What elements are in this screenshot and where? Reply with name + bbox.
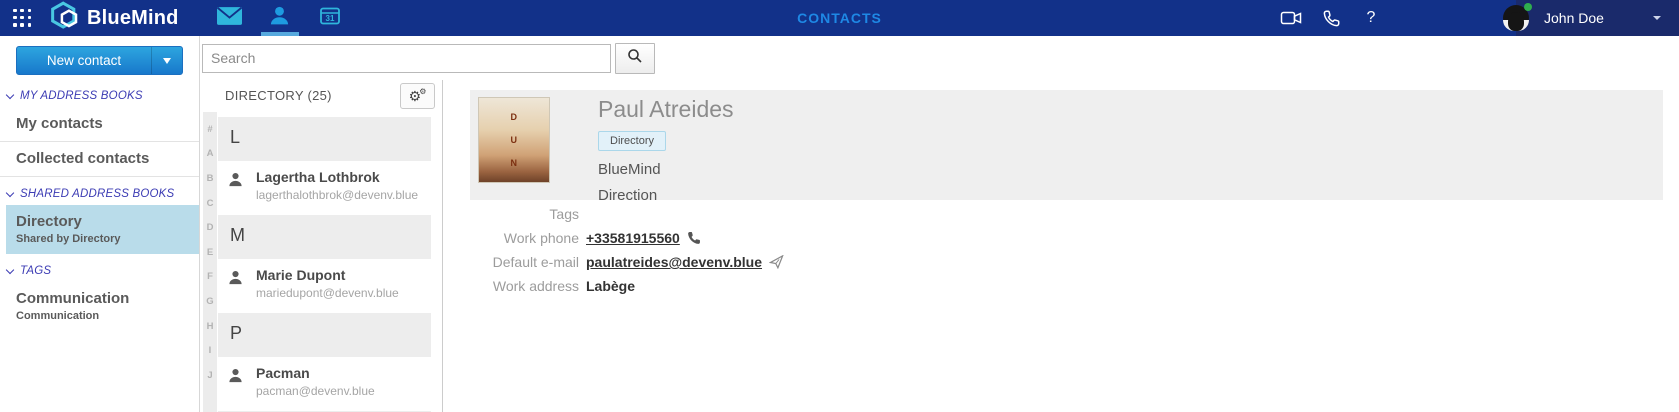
bluemind-hexagon-icon bbox=[50, 1, 80, 35]
user-menu[interactable]: John Doe bbox=[1516, 0, 1679, 36]
call-icon[interactable] bbox=[687, 231, 701, 245]
chevron-down-icon bbox=[6, 265, 14, 273]
section-tags[interactable]: TAGS bbox=[0, 254, 199, 282]
group-letter: P bbox=[218, 313, 431, 357]
list-header: DIRECTORY (25) bbox=[225, 88, 332, 103]
alpha-letter[interactable]: A bbox=[207, 142, 214, 167]
contact-fields: Tags Work phone +33581915560 Default e-m… bbox=[444, 206, 784, 302]
field-tags: Tags bbox=[444, 206, 784, 222]
search-icon bbox=[627, 48, 643, 69]
contact-role: Direction bbox=[598, 187, 734, 204]
calendar-icon: 31 bbox=[320, 6, 340, 30]
chevron-down-icon bbox=[6, 188, 14, 196]
field-work-address: Work address Labège bbox=[444, 278, 784, 294]
search-bar bbox=[200, 36, 1679, 80]
bluemind-logo[interactable]: BlueMind bbox=[50, 1, 179, 35]
new-contact-label: New contact bbox=[17, 53, 151, 68]
alphabet-rail[interactable]: # A B C D E F G H I J bbox=[203, 112, 217, 412]
avatar[interactable] bbox=[1503, 5, 1529, 31]
phone-icon[interactable] bbox=[1311, 0, 1351, 36]
alpha-letter[interactable]: D bbox=[207, 215, 214, 240]
user-name: John Doe bbox=[1544, 10, 1604, 26]
tab-mail[interactable] bbox=[205, 0, 255, 36]
sidebar-item-directory[interactable]: Directory Shared by Directory bbox=[6, 205, 199, 254]
topbar-right: ? John Doe bbox=[1271, 0, 1679, 36]
alpha-letter[interactable]: G bbox=[206, 289, 213, 314]
list-settings-button[interactable]: ⚙ ⚙ bbox=[400, 83, 435, 109]
video-call-icon[interactable] bbox=[1271, 0, 1311, 36]
sidebar-item-communication[interactable]: Communication Communication bbox=[0, 282, 199, 331]
new-contact-dropdown[interactable] bbox=[152, 58, 182, 64]
presence-dot bbox=[1524, 3, 1532, 11]
alpha-letter[interactable]: # bbox=[207, 117, 212, 142]
mail-icon bbox=[217, 7, 242, 30]
group-letter: M bbox=[218, 215, 431, 259]
person-icon bbox=[228, 368, 243, 388]
tab-calendar[interactable]: 31 bbox=[305, 0, 355, 36]
contact-list-panel: DIRECTORY (25) ⚙ ⚙ # A B C D E F G H I J… bbox=[200, 80, 443, 412]
group-letter: L bbox=[218, 117, 431, 161]
search-button[interactable] bbox=[615, 43, 655, 74]
contact-photo: D U N bbox=[478, 97, 550, 183]
brand-text: BlueMind bbox=[87, 7, 179, 30]
tab-contacts[interactable] bbox=[255, 0, 305, 36]
alpha-letter[interactable]: B bbox=[207, 166, 214, 191]
help-icon[interactable]: ? bbox=[1351, 0, 1391, 36]
section-my-address-books[interactable]: MY ADDRESS BOOKS bbox=[0, 79, 199, 107]
contact-list: L Lagertha Lothbrok lagerthalothbrok@dev… bbox=[218, 117, 431, 412]
contact-row-pacman[interactable]: Pacman pacman@devenv.blue bbox=[218, 357, 431, 411]
email-link[interactable]: paulatreides@devenv.blue bbox=[586, 254, 762, 270]
section-shared-address-books[interactable]: SHARED ADDRESS BOOKS bbox=[0, 177, 199, 205]
detail-header-band: D U N Paul Atreides Directory BlueMind D… bbox=[470, 90, 1663, 200]
person-icon bbox=[228, 270, 243, 290]
gear-small-icon: ⚙ bbox=[419, 88, 426, 96]
work-address-value: Labège bbox=[586, 278, 635, 294]
sidebar: New contact MY ADDRESS BOOKS My contacts… bbox=[0, 36, 200, 412]
apps-grid-icon[interactable] bbox=[13, 9, 32, 28]
alpha-letter[interactable]: F bbox=[207, 265, 213, 290]
svg-text:31: 31 bbox=[325, 14, 334, 23]
contact-name-heading: Paul Atreides bbox=[598, 96, 734, 123]
contact-row-marie[interactable]: Marie Dupont mariedupont@devenv.blue bbox=[218, 259, 431, 313]
alpha-letter[interactable]: I bbox=[209, 338, 212, 363]
field-work-phone: Work phone +33581915560 bbox=[444, 230, 784, 246]
chevron-down-icon bbox=[6, 90, 14, 98]
contact-row-lagertha[interactable]: Lagertha Lothbrok lagerthalothbrok@deven… bbox=[218, 161, 431, 215]
alpha-letter[interactable]: H bbox=[207, 314, 214, 339]
work-phone-link[interactable]: +33581915560 bbox=[586, 230, 680, 246]
caret-down-icon bbox=[163, 58, 171, 64]
topbar: BlueMind 31 CONTACTS bbox=[0, 0, 1679, 36]
sidebar-item-collected-contacts[interactable]: Collected contacts bbox=[0, 142, 199, 177]
search-input[interactable] bbox=[202, 44, 611, 73]
new-contact-button[interactable]: New contact bbox=[16, 46, 183, 75]
alpha-letter[interactable]: C bbox=[207, 191, 214, 216]
directory-badge: Directory bbox=[598, 131, 666, 151]
field-default-email: Default e-mail paulatreides@devenv.blue bbox=[444, 254, 784, 270]
sidebar-item-my-contacts[interactable]: My contacts bbox=[0, 107, 199, 142]
contact-detail-panel: D U N Paul Atreides Directory BlueMind D… bbox=[444, 80, 1679, 412]
contact-company: BlueMind bbox=[598, 161, 734, 178]
chevron-down-icon bbox=[1653, 16, 1661, 20]
person-icon bbox=[228, 172, 243, 192]
send-icon[interactable] bbox=[769, 255, 784, 269]
alpha-letter[interactable]: E bbox=[207, 240, 213, 265]
contacts-icon bbox=[269, 5, 290, 31]
alpha-letter[interactable]: J bbox=[207, 363, 212, 388]
